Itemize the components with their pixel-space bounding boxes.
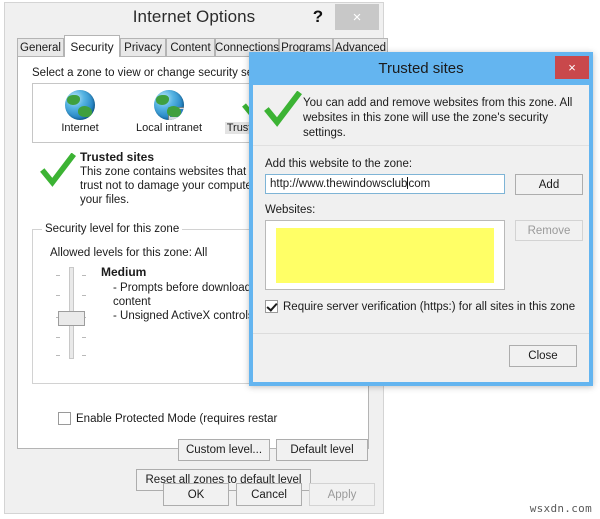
protected-mode-checkbox[interactable] xyxy=(58,412,71,425)
globe-monitor-icon xyxy=(126,88,212,120)
trusted-sites-footer: Close xyxy=(253,333,589,382)
zone-description-title: Trusted sites xyxy=(80,150,155,164)
tab-security[interactable]: Security xyxy=(64,35,120,57)
slider-thumb[interactable] xyxy=(58,311,85,326)
require-server-verification-row[interactable]: Require server verification (https:) for… xyxy=(265,300,575,313)
trusted-sites-titlebar: Trusted sites × xyxy=(253,56,589,85)
security-level-legend: Security level for this zone xyxy=(42,223,183,235)
green-check-icon xyxy=(264,90,302,130)
protected-mode-row[interactable]: Enable Protected Mode (requires restar xyxy=(58,412,277,425)
require-server-verification-checkbox[interactable] xyxy=(265,300,278,313)
tab-privacy[interactable]: Privacy xyxy=(120,38,166,57)
close-button[interactable]: Close xyxy=(509,345,577,367)
websites-label: Websites: xyxy=(265,204,316,216)
slider-tick xyxy=(82,337,86,338)
apply-button: Apply xyxy=(309,483,375,506)
globe-icon xyxy=(37,88,123,120)
security-level-slider[interactable] xyxy=(56,267,86,359)
trusted-sites-body: Add this website to the zone: http://www… xyxy=(253,146,589,334)
website-url-input[interactable]: http://www.thewindowsclubcom xyxy=(265,174,505,194)
allowed-levels-label: Allowed levels for this zone: All xyxy=(50,247,208,259)
slider-tick xyxy=(56,337,60,338)
slider-tick xyxy=(56,295,60,296)
url-text: http://www.thewindowsclub xyxy=(270,178,408,190)
zone-prompt-label: Select a zone to view or change security… xyxy=(32,67,275,79)
slider-tick xyxy=(82,295,86,296)
green-check-icon xyxy=(40,152,76,190)
zone-item-local-intranet[interactable]: Local intranet xyxy=(126,88,212,140)
zone-item-internet[interactable]: Internet xyxy=(37,88,123,140)
add-website-label: Add this website to the zone: xyxy=(265,158,413,170)
trusted-sites-title: Trusted sites xyxy=(378,60,464,77)
trusted-sites-header-text: You can add and remove websites from thi… xyxy=(303,97,573,139)
tab-general[interactable]: General xyxy=(17,38,64,57)
ok-button[interactable]: OK xyxy=(163,483,229,506)
close-icon[interactable]: × xyxy=(555,56,589,79)
security-level-name: Medium xyxy=(101,265,147,279)
slider-tick xyxy=(82,275,86,276)
cancel-button[interactable]: Cancel xyxy=(236,483,302,506)
require-server-verification-label: Require server verification (https:) for… xyxy=(283,300,576,313)
zone-label: Local intranet xyxy=(135,122,203,134)
url-text-after-caret: com xyxy=(408,178,431,190)
trusted-sites-dialog: Trusted sites × You can add and remove w… xyxy=(249,52,593,386)
websites-listbox[interactable] xyxy=(265,220,505,290)
remove-button: Remove xyxy=(515,220,583,241)
internet-options-titlebar: Internet Options ? × xyxy=(5,3,383,33)
zone-label: Internet xyxy=(61,122,99,134)
slider-tick xyxy=(56,355,60,356)
slider-tick xyxy=(82,355,86,356)
close-icon[interactable]: × xyxy=(335,4,379,30)
protected-mode-label: Enable Protected Mode (requires restar xyxy=(76,412,278,425)
watermark: wsxdn.com xyxy=(529,502,592,515)
tab-content[interactable]: Content xyxy=(166,38,215,57)
redaction-overlay xyxy=(276,228,494,283)
help-icon[interactable]: ? xyxy=(305,5,331,29)
add-button[interactable]: Add xyxy=(515,174,583,195)
trusted-sites-header: You can add and remove websites from thi… xyxy=(253,85,589,146)
slider-tick xyxy=(56,275,60,276)
